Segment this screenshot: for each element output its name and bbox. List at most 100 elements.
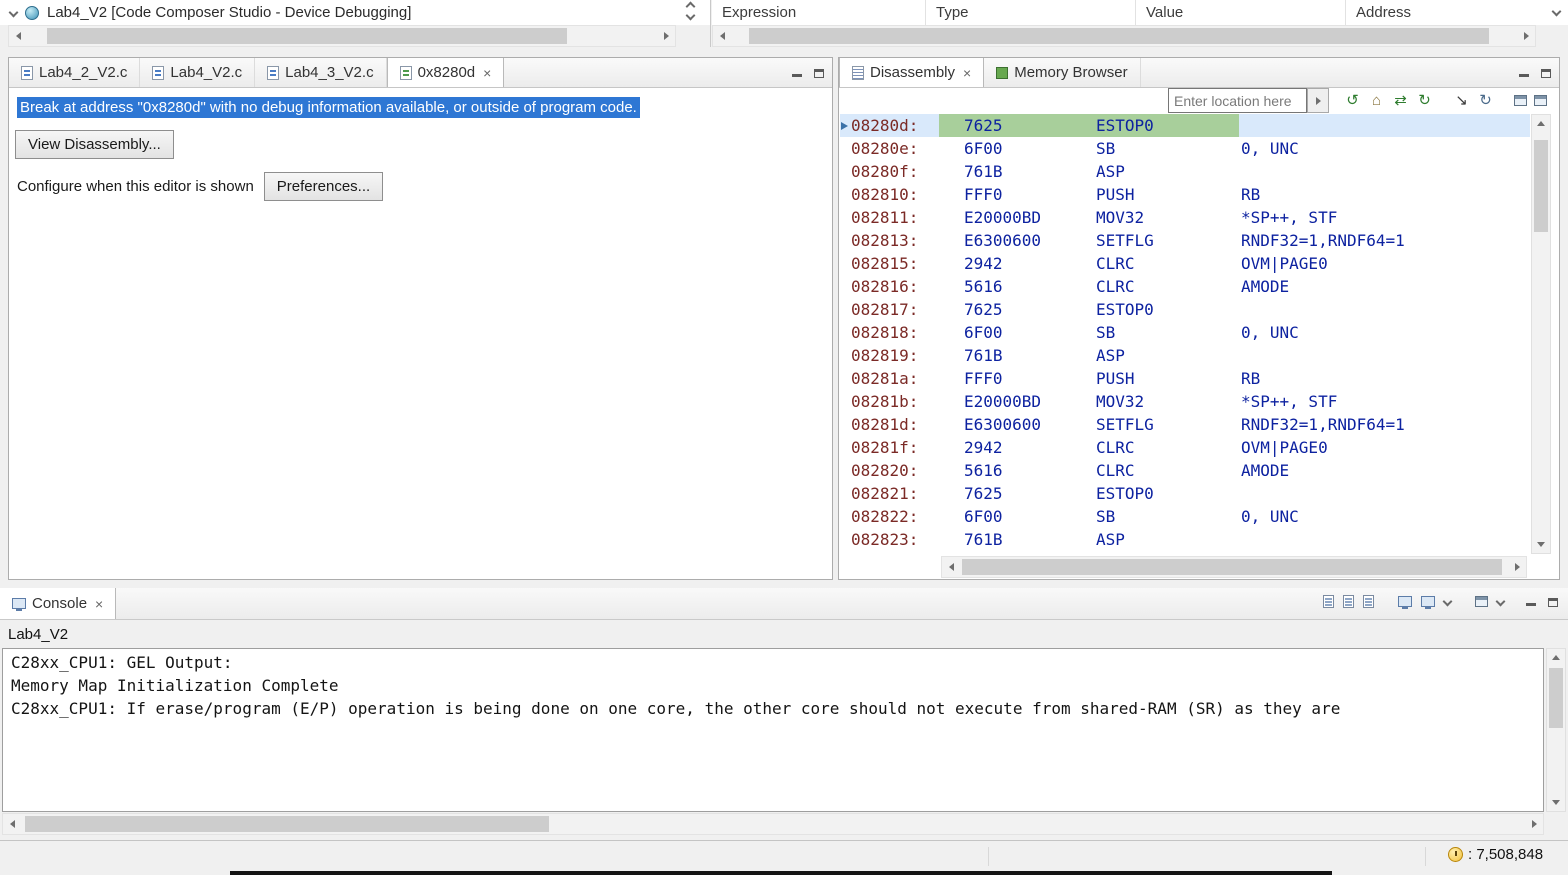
- disassembly-row[interactable]: 082819: 761B ASP: [840, 344, 1530, 367]
- debug-tree-hscrollbar[interactable]: [8, 25, 676, 47]
- editor-tab-0x8280d[interactable]: 0x8280d ×: [386, 58, 505, 87]
- collapse-chevron-icon[interactable]: [8, 7, 19, 18]
- scroll-up-arrow[interactable]: [1532, 115, 1550, 132]
- go-to-location-button[interactable]: [1307, 88, 1329, 113]
- display-console-chevron[interactable]: [1442, 596, 1453, 607]
- scroll-down-arrow[interactable]: [1547, 794, 1565, 811]
- scrollbar-thumb[interactable]: [749, 28, 1489, 44]
- scrollbar-thumb[interactable]: [1534, 140, 1548, 232]
- scroll-right-arrow[interactable]: [1508, 557, 1526, 577]
- scroll-right-arrow[interactable]: [1517, 26, 1535, 46]
- disassembly-row[interactable]: 08281b: E20000BD MOV32 *SP++, STF: [840, 390, 1530, 413]
- link-with-active-context-icon[interactable]: ⇄: [1392, 92, 1409, 109]
- disassembly-row[interactable]: 082811: E20000BD MOV32 *SP++, STF: [840, 206, 1530, 229]
- column-label: Type: [936, 4, 969, 21]
- scroll-right-arrow[interactable]: [657, 26, 675, 46]
- view-disassembly-button[interactable]: View Disassembly...: [15, 130, 174, 159]
- column-type[interactable]: Type: [926, 0, 1136, 25]
- refresh-view-icon[interactable]: ↺: [1344, 92, 1361, 109]
- scroll-lock-icon[interactable]: [1343, 595, 1354, 608]
- location-input[interactable]: [1168, 88, 1307, 113]
- disassembly-row[interactable]: 08281d: E6300600 SETFLG RNDF32=1,RNDF64=1: [840, 413, 1530, 436]
- disassembly-row[interactable]: 082823: 761B ASP: [840, 528, 1530, 551]
- word-wrap-icon[interactable]: [1363, 595, 1374, 608]
- editor-tab-lab4-v2[interactable]: Lab4_V2.c: [140, 58, 256, 87]
- editor-tab-lab4-3-v2[interactable]: Lab4_3_V2.c: [255, 58, 387, 87]
- scroll-left-arrow[interactable]: [942, 557, 960, 577]
- clear-console-icon[interactable]: [1323, 595, 1334, 608]
- scroll-down-arrow[interactable]: [1532, 536, 1550, 553]
- disassembly-row[interactable]: 082810: FFF0 PUSH RB: [840, 183, 1530, 206]
- scrollbar-thumb[interactable]: [962, 559, 1502, 575]
- minimize-icon[interactable]: [1526, 598, 1536, 607]
- disassembly-vscrollbar[interactable]: [1531, 114, 1551, 554]
- reload-icon[interactable]: ↻: [1477, 92, 1494, 109]
- scroll-right-arrow[interactable]: [1525, 814, 1543, 834]
- disassembly-row[interactable]: 082822: 6F00 SB 0, UNC: [840, 505, 1530, 528]
- scroll-left-arrow[interactable]: [713, 26, 731, 46]
- minimize-icon[interactable]: [1519, 69, 1529, 78]
- spinner-down-icon[interactable]: [685, 10, 696, 21]
- tab-console[interactable]: Console ×: [0, 588, 117, 619]
- disassembly-toolbar: ↺ ⌂ ⇄ ↻ ↘ ↻: [839, 88, 1559, 114]
- disassembly-row[interactable]: 082816: 5616 CLRC AMODE: [840, 275, 1530, 298]
- open-console-chevron[interactable]: [1495, 596, 1506, 607]
- maximize-icon[interactable]: [1541, 68, 1551, 78]
- column-value[interactable]: Value: [1136, 0, 1346, 25]
- display-selected-console-icon[interactable]: [1421, 596, 1435, 609]
- editor-body: Break at address "0x8280d" with no debug…: [9, 88, 832, 201]
- close-icon[interactable]: ×: [961, 66, 971, 80]
- scrollbar-track[interactable]: [27, 26, 657, 46]
- close-icon[interactable]: ×: [481, 66, 491, 80]
- scrollbar-track[interactable]: [1532, 132, 1550, 536]
- maximize-icon[interactable]: [1548, 598, 1558, 607]
- goto-pc-icon[interactable]: ↘: [1453, 92, 1470, 109]
- disassembly-row[interactable]: 082813: E6300600 SETFLG RNDF32=1,RNDF64=1: [840, 229, 1530, 252]
- column-expression[interactable]: Expression: [712, 0, 926, 25]
- open-console-icon[interactable]: [1475, 596, 1488, 607]
- home-icon[interactable]: ⌂: [1368, 92, 1385, 109]
- close-icon[interactable]: ×: [93, 597, 103, 611]
- column-address[interactable]: Address: [1346, 0, 1568, 25]
- disassembly-row[interactable]: 08280e: 6F00 SB 0, UNC: [840, 137, 1530, 160]
- disassembly-row[interactable]: 08281a: FFF0 PUSH RB: [840, 367, 1530, 390]
- disassembly-row[interactable]: 08280d: 7625 ESTOP0: [840, 114, 1530, 137]
- disassembly-row[interactable]: 082821: 7625 ESTOP0: [840, 482, 1530, 505]
- scrollbar-track[interactable]: [731, 26, 1517, 46]
- preferences-button[interactable]: Preferences...: [263, 172, 384, 201]
- sync-with-source-icon[interactable]: ↻: [1416, 92, 1433, 109]
- disassembly-row[interactable]: 08281f: 2942 CLRC OVM|PAGE0: [840, 436, 1530, 459]
- console-hscrollbar[interactable]: [2, 813, 1544, 835]
- tab-memory-browser[interactable]: Memory Browser: [984, 58, 1141, 87]
- pin-view-icon[interactable]: [1534, 95, 1547, 106]
- scroll-left-arrow[interactable]: [3, 814, 21, 834]
- console-vscrollbar[interactable]: [1546, 648, 1566, 812]
- scrollbar-track[interactable]: [1547, 666, 1565, 794]
- pin-console-icon[interactable]: [1398, 596, 1412, 609]
- disassembly-row[interactable]: 082817: 7625 ESTOP0: [840, 298, 1530, 321]
- scroll-left-arrow[interactable]: [9, 26, 27, 46]
- disassembly-row[interactable]: 082815: 2942 CLRC OVM|PAGE0: [840, 252, 1530, 275]
- editor-tab-lab4-2-v2[interactable]: Lab4_2_V2.c: [9, 58, 141, 87]
- disassembly-row[interactable]: 082818: 6F00 SB 0, UNC: [840, 321, 1530, 344]
- disassembly-hscrollbar[interactable]: [941, 556, 1527, 578]
- expressions-hscrollbar[interactable]: [712, 25, 1536, 47]
- scrollbar-thumb[interactable]: [1549, 668, 1563, 728]
- disassembly-mn: SETFLG: [1096, 231, 1154, 250]
- tab-disassembly[interactable]: Disassembly ×: [839, 58, 985, 87]
- scroll-spinner[interactable]: [685, 1, 696, 21]
- maximize-icon[interactable]: [814, 68, 824, 78]
- scrollbar-track[interactable]: [960, 557, 1508, 577]
- scroll-up-arrow[interactable]: [1547, 649, 1565, 666]
- disassembly-row[interactable]: 08280f: 761B ASP: [840, 160, 1530, 183]
- scrollbar-thumb[interactable]: [25, 816, 549, 832]
- scrollbar-thumb[interactable]: [47, 28, 567, 44]
- console-output[interactable]: C28xx_CPU1: GEL Output: Memory Map Initia…: [2, 648, 1544, 812]
- disassembly-row[interactable]: 082820: 5616 CLRC AMODE: [840, 459, 1530, 482]
- minimize-icon[interactable]: [792, 69, 802, 78]
- debug-titlebar: Lab4_V2 [Code Composer Studio - Device D…: [0, 0, 710, 25]
- scrollbar-track[interactable]: [21, 814, 1525, 834]
- new-window-icon[interactable]: [1514, 95, 1527, 106]
- disassembly-op: 2942: [964, 254, 1003, 273]
- disassembly-addr: 082817:: [851, 300, 919, 319]
